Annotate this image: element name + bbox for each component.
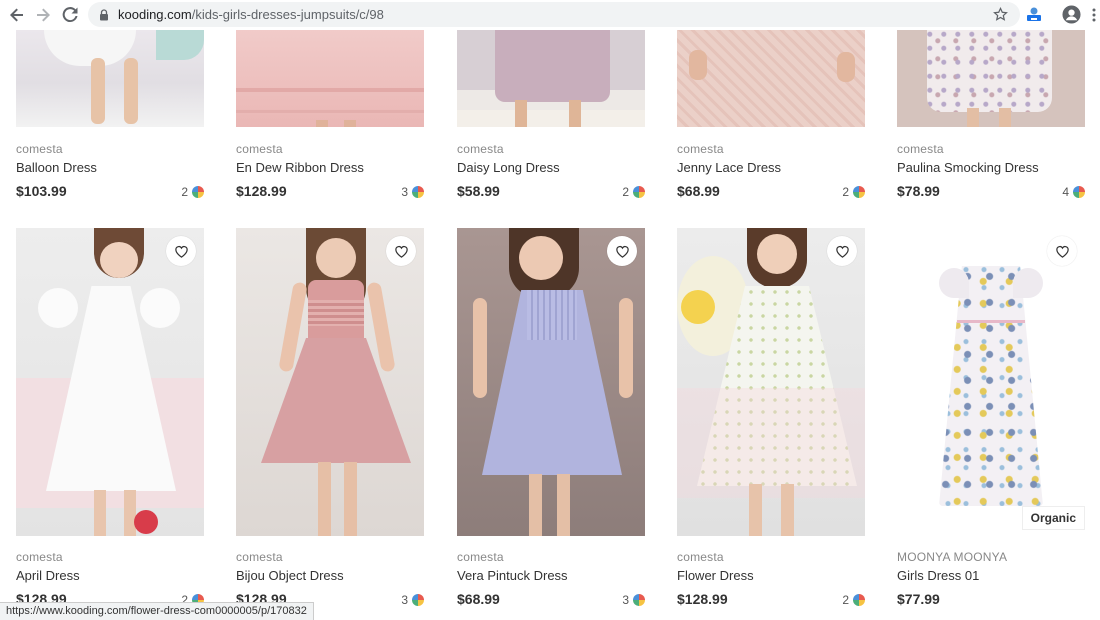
url-text: kooding.com/kids-girls-dresses-jumpsuits… [118, 7, 384, 22]
color-swatch-icon [412, 186, 424, 198]
bookmark-star-icon[interactable] [993, 7, 1008, 22]
product-card[interactable]: comesta Daisy Long Dress $58.99 2 [457, 30, 645, 199]
product-price: $128.99 [236, 183, 287, 199]
product-price: $77.99 [897, 591, 940, 607]
product-price: $58.99 [457, 183, 500, 199]
product-brand: comesta [236, 550, 283, 564]
product-name[interactable]: April Dress [16, 568, 80, 583]
product-brand: comesta [236, 142, 283, 156]
color-count: 3 [401, 593, 424, 607]
address-bar[interactable]: kooding.com/kids-girls-dresses-jumpsuits… [88, 2, 1020, 27]
wishlist-heart-icon[interactable] [1047, 236, 1077, 266]
wishlist-heart-icon[interactable] [386, 236, 416, 266]
product-image[interactable] [677, 30, 865, 127]
product-price: $128.99 [677, 591, 728, 607]
product-image[interactable] [457, 228, 645, 536]
color-swatch-icon [633, 594, 645, 606]
product-name[interactable]: Paulina Smocking Dress [897, 160, 1039, 175]
wishlist-heart-icon[interactable] [607, 236, 637, 266]
product-image[interactable] [677, 228, 865, 536]
wishlist-heart-icon[interactable] [166, 236, 196, 266]
product-image[interactable] [457, 30, 645, 127]
product-card[interactable]: comesta En Dew Ribbon Dress $128.99 3 [236, 30, 424, 199]
product-price: $68.99 [677, 183, 720, 199]
color-swatch-icon [633, 186, 645, 198]
color-count: 3 [622, 593, 645, 607]
status-bar-url: https://www.kooding.com/flower-dress-com… [0, 602, 314, 620]
product-card[interactable]: comesta Balloon Dress $103.99 2 [16, 30, 204, 199]
back-icon[interactable] [4, 2, 30, 28]
forward-icon[interactable] [30, 2, 56, 28]
product-name[interactable]: En Dew Ribbon Dress [236, 160, 364, 175]
product-name[interactable]: Balloon Dress [16, 160, 97, 175]
product-image[interactable] [897, 30, 1085, 127]
product-brand: comesta [457, 142, 504, 156]
product-name[interactable]: Daisy Long Dress [457, 160, 560, 175]
product-brand: comesta [16, 550, 63, 564]
product-card[interactable]: comesta Paulina Smocking Dress $78.99 4 [897, 30, 1085, 199]
product-brand: comesta [677, 142, 724, 156]
color-count: 2 [842, 593, 865, 607]
color-count: 2 [622, 185, 645, 199]
organic-badge: Organic [1021, 506, 1085, 530]
browser-menu-icon[interactable] [1090, 7, 1098, 23]
product-brand: comesta [897, 142, 944, 156]
product-card[interactable]: comesta April Dress $128.99 2 [16, 228, 204, 607]
color-count: 4 [1062, 185, 1085, 199]
profile-icon[interactable] [1062, 5, 1081, 24]
product-price: $103.99 [16, 183, 67, 199]
color-swatch-icon [1073, 186, 1085, 198]
color-count: 2 [842, 185, 865, 199]
product-card[interactable]: comesta Bijou Object Dress $128.99 3 [236, 228, 424, 607]
product-image[interactable] [236, 30, 424, 127]
product-name[interactable]: Vera Pintuck Dress [457, 568, 568, 583]
product-card[interactable]: Organic MOONYA MOONYA Girls Dress 01 $77… [897, 228, 1085, 607]
product-grid: comesta Balloon Dress $103.99 2 comesta … [0, 30, 1100, 620]
reload-icon[interactable] [57, 2, 83, 28]
product-brand: comesta [457, 550, 504, 564]
product-image[interactable] [16, 30, 204, 127]
product-price: $78.99 [897, 183, 940, 199]
color-count: 2 [181, 185, 204, 199]
product-name[interactable]: Jenny Lace Dress [677, 160, 781, 175]
product-card[interactable]: comesta Vera Pintuck Dress $68.99 3 [457, 228, 645, 607]
lock-icon [100, 8, 108, 20]
wishlist-heart-icon[interactable] [827, 236, 857, 266]
product-name[interactable]: Flower Dress [677, 568, 754, 583]
product-image[interactable] [16, 228, 204, 536]
product-brand: comesta [16, 142, 63, 156]
extension-icon[interactable] [1025, 5, 1043, 23]
product-image[interactable]: Organic [897, 228, 1085, 536]
color-count: 3 [401, 185, 424, 199]
product-card[interactable]: comesta Flower Dress $128.99 2 [677, 228, 865, 607]
color-swatch-icon [853, 186, 865, 198]
color-swatch-icon [412, 594, 424, 606]
product-name[interactable]: Bijou Object Dress [236, 568, 344, 583]
product-card[interactable]: comesta Jenny Lace Dress $68.99 2 [677, 30, 865, 199]
browser-toolbar: kooding.com/kids-girls-dresses-jumpsuits… [0, 0, 1100, 30]
product-brand: comesta [677, 550, 724, 564]
product-price: $68.99 [457, 591, 500, 607]
color-swatch-icon [192, 186, 204, 198]
product-name[interactable]: Girls Dress 01 [897, 568, 979, 583]
color-swatch-icon [853, 594, 865, 606]
product-brand: MOONYA MOONYA [897, 550, 1008, 564]
product-image[interactable] [236, 228, 424, 536]
